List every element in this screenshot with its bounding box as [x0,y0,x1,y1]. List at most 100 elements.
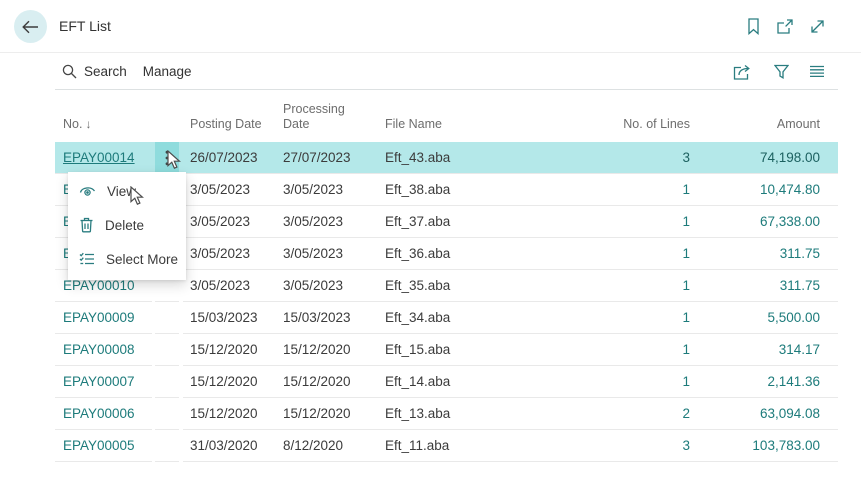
row-ellipsis-button[interactable] [155,334,179,366]
cell-file-name[interactable]: Eft_15.aba [373,334,483,366]
toolbar-right [731,62,838,82]
column-header-processing-date[interactable]: Processing Date [278,102,373,141]
filter-icon[interactable] [772,62,791,81]
cell-amount[interactable]: 311.75 [690,238,820,270]
table-row[interactable]: EPAY00008 15/12/2020 15/12/2020 Eft_15.a… [55,334,838,366]
cell-posting-date[interactable]: 3/05/2023 [183,238,278,270]
menu-item-select-more[interactable]: Select More [68,242,186,276]
cell-posting-date[interactable]: 15/12/2020 [183,334,278,366]
share-icon[interactable] [731,62,756,82]
cell-amount[interactable]: 67,338.00 [690,206,820,238]
eft-no-link[interactable]: EPAY00009 [63,310,135,325]
eft-no-link[interactable]: EPAY00007 [63,374,135,389]
cell-processing-date[interactable]: 8/12/2020 [278,430,373,462]
eft-no-link[interactable]: EPAY00008 [63,342,135,357]
cell-processing-date[interactable]: 3/05/2023 [278,238,373,270]
column-header-amount[interactable]: Amount [690,117,820,141]
cell-file-name[interactable]: Eft_34.aba [373,302,483,334]
row-ellipsis-button[interactable] [155,366,179,398]
cell-posting-date[interactable]: 26/07/2023 [183,142,278,174]
expand-icon[interactable] [808,17,827,36]
row-padding [820,238,838,270]
eft-no-link[interactable]: EPAY00010 [63,278,135,293]
row-ellipsis-button[interactable] [155,302,179,334]
row-padding [820,142,838,174]
column-header-no[interactable]: No.↓ [55,117,152,141]
cell-processing-date[interactable]: 3/05/2023 [278,206,373,238]
bookmark-icon[interactable] [745,16,762,37]
open-in-new-window-icon[interactable] [775,17,795,36]
cell-no-of-lines[interactable]: 1 [483,366,690,398]
cell-processing-date[interactable]: 15/12/2020 [278,398,373,430]
search-button[interactable]: Search [62,64,127,79]
cell-file-name[interactable]: Eft_14.aba [373,366,483,398]
table-row[interactable]: EPAY00005 31/03/2020 8/12/2020 Eft_11.ab… [55,430,838,462]
cell-processing-date[interactable]: 3/05/2023 [278,174,373,206]
cell-amount[interactable]: 2,141.36 [690,366,820,398]
cell-posting-date[interactable]: 15/12/2020 [183,398,278,430]
cell-amount[interactable]: 10,474.80 [690,174,820,206]
manage-label: Manage [143,64,192,79]
cell-amount[interactable]: 74,198.00 [690,142,820,174]
cell-amount[interactable]: 103,783.00 [690,430,820,462]
delete-icon [79,217,94,233]
table-row[interactable]: EPAY00006 15/12/2020 15/12/2020 Eft_13.a… [55,398,838,430]
row-padding [820,398,838,430]
cell-file-name[interactable]: Eft_35.aba [373,270,483,302]
table-header: No.↓ Posting Date Processing Date File N… [55,91,838,141]
topbar-icons [745,0,827,53]
column-header-posting-date[interactable]: Posting Date [183,117,278,141]
cell-posting-date[interactable]: 3/05/2023 [183,270,278,302]
cell-amount[interactable]: 311.75 [690,270,820,302]
cell-processing-date[interactable]: 15/12/2020 [278,334,373,366]
menu-item-delete[interactable]: Delete [68,208,186,242]
topbar: EFT List [0,0,861,53]
cell-no-of-lines[interactable]: 1 [483,238,690,270]
row-padding [820,430,838,462]
row-padding [820,270,838,302]
row-ellipsis-button[interactable] [155,142,179,174]
menu-item-view[interactable]: View [68,174,186,208]
eft-no-link[interactable]: EPAY00006 [63,406,135,421]
cell-amount[interactable]: 63,094.08 [690,398,820,430]
table-row[interactable]: EPAY00009 15/03/2023 15/03/2023 Eft_34.a… [55,302,838,334]
cell-processing-date[interactable]: 15/03/2023 [278,302,373,334]
cell-no-of-lines[interactable]: 3 [483,430,690,462]
back-button[interactable] [14,10,47,43]
cell-posting-date[interactable]: 15/12/2020 [183,366,278,398]
cell-processing-date[interactable]: 15/12/2020 [278,366,373,398]
cell-file-name[interactable]: Eft_13.aba [373,398,483,430]
cell-posting-date[interactable]: 31/03/2020 [183,430,278,462]
cell-no-of-lines[interactable]: 1 [483,270,690,302]
cell-no-of-lines[interactable]: 1 [483,206,690,238]
cell-file-name[interactable]: Eft_37.aba [373,206,483,238]
cell-processing-date[interactable]: 27/07/2023 [278,142,373,174]
page-title: EFT List [59,0,111,53]
eft-no-link[interactable]: EPAY00014 [63,150,135,165]
column-header-file-name[interactable]: File Name [373,117,483,141]
cell-file-name[interactable]: Eft_11.aba [373,430,483,462]
cell-posting-date[interactable]: 3/05/2023 [183,206,278,238]
cell-amount[interactable]: 5,500.00 [690,302,820,334]
cell-file-name[interactable]: Eft_36.aba [373,238,483,270]
table-row[interactable]: EPAY00014 26/07/2023 27/07/2023 Eft_43.a… [55,142,838,174]
row-padding [820,366,838,398]
row-ellipsis-button[interactable] [155,430,179,462]
cell-no-of-lines[interactable]: 1 [483,334,690,366]
cell-no-of-lines[interactable]: 1 [483,302,690,334]
cell-file-name[interactable]: Eft_43.aba [373,142,483,174]
cell-no-of-lines[interactable]: 2 [483,398,690,430]
cell-posting-date[interactable]: 3/05/2023 [183,174,278,206]
eft-no-link[interactable]: EPAY00005 [63,438,135,453]
cell-file-name[interactable]: Eft_38.aba [373,174,483,206]
row-ellipsis-button[interactable] [155,398,179,430]
table-row[interactable]: EPAY00007 15/12/2020 15/12/2020 Eft_14.a… [55,366,838,398]
show-list-icon[interactable] [807,63,827,80]
cell-amount[interactable]: 314.17 [690,334,820,366]
manage-button[interactable]: Manage [143,64,192,79]
cell-no-of-lines[interactable]: 3 [483,142,690,174]
cell-posting-date[interactable]: 15/03/2023 [183,302,278,334]
cell-processing-date[interactable]: 3/05/2023 [278,270,373,302]
cell-no-of-lines[interactable]: 1 [483,174,690,206]
column-header-no-of-lines[interactable]: No. of Lines [483,117,690,141]
